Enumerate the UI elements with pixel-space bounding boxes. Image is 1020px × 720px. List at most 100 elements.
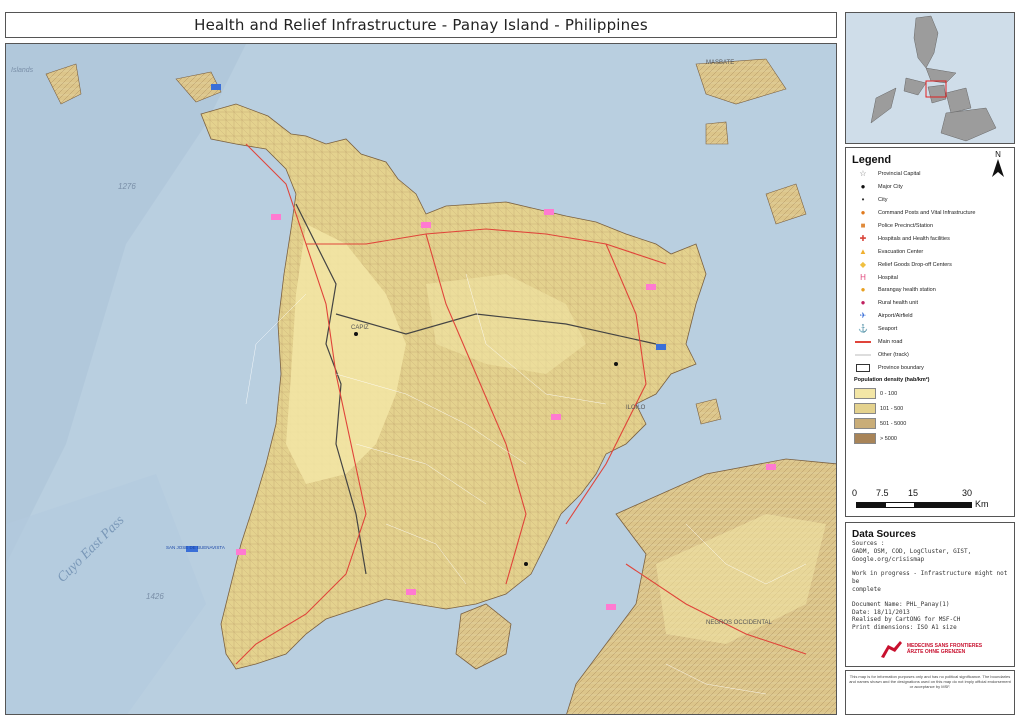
hospital-marker[interactable] — [544, 209, 554, 215]
province-label: CAPIZ — [351, 325, 369, 331]
legend-item-label: Command Posts and Vital Infrastructure — [878, 210, 976, 217]
legend-item-label: Airport/Airfield — [878, 313, 913, 320]
legend-item: ⚓ Seaport — [854, 323, 1010, 336]
density-legend-item: > 5000 — [854, 431, 1010, 446]
legend-symbol-icon: ✈ — [859, 311, 867, 321]
legend-item-label: Seaport — [878, 326, 898, 333]
airport-marker[interactable] — [211, 84, 221, 90]
legend-rows: ☆ Provincial Capital ● Major City • City ● Comm… — [854, 168, 1010, 446]
scale-tick-label: 0 — [852, 488, 858, 498]
msf-logo: MEDECINS SANS FRONTIERES ÄRZTE OHNE GREN… — [878, 639, 982, 659]
scale-bar: 0 7.5 15 30 Km — [852, 488, 1008, 509]
density-label: 101 - 500 — [880, 405, 904, 412]
hospital-marker[interactable] — [421, 222, 431, 228]
data-source-line: Sources : — [852, 540, 885, 547]
legend-symbol-icon — [854, 341, 872, 343]
map-title: Health and Relief Infrastructure - Panay… — [194, 16, 648, 34]
legend-item: ☆ Provincial Capital — [854, 168, 1010, 181]
legend-item-label: Rural health unit — [878, 300, 919, 307]
legend-item: ● Barangay health station — [854, 284, 1010, 297]
data-source-line: complete — [852, 585, 881, 593]
msf-name-de: ÄRZTE OHNE GRENZEN — [906, 649, 966, 655]
density-swatch — [854, 388, 876, 400]
legend-item: Other (track) — [854, 348, 1010, 361]
density-label: > 5000 — [880, 435, 897, 442]
legend-item-label: Provincial Capital — [878, 171, 921, 178]
density-label: 0 - 100 — [880, 390, 898, 397]
legend-item: ■ Police Precinct/Station — [854, 220, 1010, 233]
legend-item-label: Hospital — [878, 274, 898, 281]
inset-canvas — [846, 13, 1014, 143]
data-source-line: Date: 18/11/2013 — [852, 608, 910, 616]
density-legend-title: Population density (hab/km²) — [854, 377, 930, 384]
scale-unit: Km — [975, 499, 989, 509]
legend-item: • City — [854, 194, 1010, 207]
legend-item-label: Province boundary — [878, 364, 924, 371]
legend-item-label: Barangay health station — [878, 287, 936, 294]
scale-tick-label: 15 — [908, 488, 919, 498]
legend-symbol-icon: ● — [860, 285, 866, 295]
legend-item: ✚ Hospitals and Health facilities — [854, 232, 1010, 245]
islands-label: Islands — [11, 67, 34, 74]
north-label: N — [995, 150, 1001, 159]
density-legend-item: 0 - 100 — [854, 386, 1010, 401]
legend-item-label: Police Precinct/Station — [878, 223, 934, 229]
data-source-line: Google.org/crisismap — [852, 555, 925, 563]
legend-symbol-icon: ◆ — [859, 259, 867, 269]
airport-marker[interactable] — [656, 344, 666, 350]
legend-symbol-icon: • — [861, 195, 865, 205]
city-marker[interactable] — [524, 562, 528, 566]
disclaimer: This map is for information purposes onl… — [845, 670, 1015, 715]
density-swatch — [854, 433, 876, 445]
legend-item: ✈ Airport/Airfield — [854, 310, 1010, 323]
hospital-marker[interactable] — [646, 284, 656, 290]
legend-title: Legend — [852, 154, 892, 166]
density-legend-item: 101 - 500 — [854, 401, 1010, 416]
depth-label: 1426 — [146, 592, 164, 601]
legend-item: Province boundary — [854, 361, 1010, 374]
legend-symbol-icon: ● — [860, 208, 866, 218]
hospital-marker[interactable] — [606, 604, 616, 610]
data-source-line — [852, 563, 1008, 570]
legend-item: ◆ Relief Goods Drop-off Centers — [854, 258, 1010, 271]
depth-label: 1276 — [118, 182, 136, 191]
scale-bar-graphic — [856, 502, 972, 508]
data-source-line: GADM, OSM, COD, LogCluster, GIST, — [852, 547, 972, 555]
hospital-marker[interactable] — [551, 414, 561, 420]
city-marker[interactable] — [354, 332, 358, 336]
legend-symbol-icon: ⚓ — [858, 324, 868, 334]
legend-symbol-icon: H — [860, 272, 866, 282]
province-label: MASBATE — [706, 60, 734, 66]
province-label: ILOILO — [626, 405, 646, 411]
legend-symbol-icon: ▲ — [859, 246, 867, 256]
legend-symbol-icon: ☆ — [859, 169, 867, 179]
data-sources-text: Sources : GADM, OSM, COD, LogCluster, GIS… — [852, 540, 1008, 632]
map-title-box: Health and Relief Infrastructure - Panay… — [5, 12, 837, 38]
legend-item-label: Other (track) — [878, 351, 909, 358]
data-source-line: Print dimensions: ISO A1 size — [852, 624, 957, 632]
legend-item-label: Evacuation Center — [878, 248, 924, 255]
data-sources-title: Data Sources — [852, 529, 916, 540]
legend-symbol-icon: ● — [860, 298, 866, 308]
hospital-marker[interactable] — [406, 589, 416, 595]
density-legend-item: 501 - 5000 — [854, 416, 1010, 431]
hospital-marker[interactable] — [236, 549, 246, 555]
hospital-marker[interactable] — [766, 464, 776, 470]
legend-item: H Hospital — [854, 271, 1010, 284]
data-source-line — [852, 594, 1008, 601]
legend-panel: Legend N ☆ Provincial Capital ● Major City •… — [845, 147, 1015, 517]
density-label: 501 - 5000 — [880, 420, 907, 427]
hospital-marker[interactable] — [271, 214, 281, 220]
legend-item-label: Main road — [878, 339, 903, 346]
legend-symbol-icon: ● — [860, 182, 866, 192]
main-map[interactable]: 1276 1426 Cuyo East Pass CAPIZ ILOILO NE… — [5, 43, 837, 715]
data-source-line: Document Name: PHL_Panay(1) — [852, 600, 950, 608]
legend-item: ● Rural health unit — [854, 297, 1010, 310]
legend-item-label: Hospitals and Health facilities — [878, 235, 950, 242]
legend-item: ▲ Evacuation Center — [854, 245, 1010, 258]
legend-symbol-icon — [854, 363, 872, 372]
msf-logo-block: MEDECINS SANS FRONTIERES ÄRZTE OHNE GREN… — [848, 635, 1012, 663]
province-label: NEGROS OCCIDENTAL — [706, 620, 773, 626]
city-marker[interactable] — [614, 362, 618, 366]
island — [705, 121, 729, 145]
